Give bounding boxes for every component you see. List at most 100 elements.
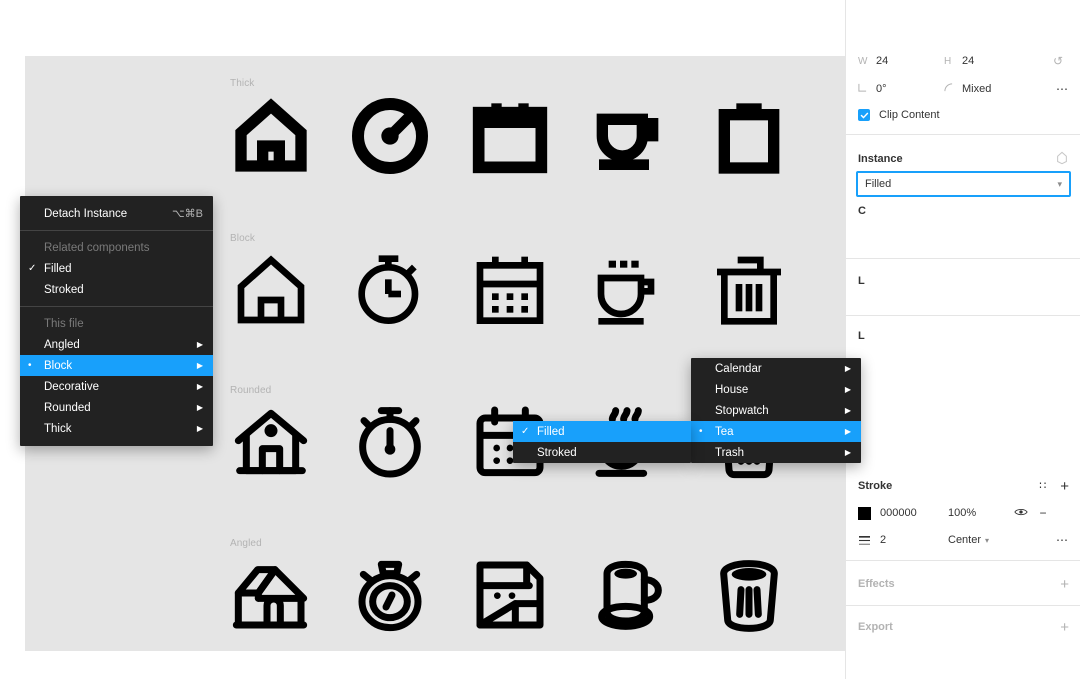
divider-instance <box>846 134 1080 135</box>
stroke-opacity[interactable]: 100% <box>948 507 1010 519</box>
menu-item-detach-instance[interactable]: Detach Instance ⌥⌘B <box>20 203 213 224</box>
clip-content-row[interactable]: Clip Content <box>846 102 1080 128</box>
menu-item-decorative[interactable]: Decorative ▶ <box>20 376 213 397</box>
effects-title: Effects <box>858 578 895 590</box>
export-section-header: Export + <box>846 614 1080 640</box>
height-value: 24 <box>962 55 975 67</box>
menu-item-thick[interactable]: Thick ▶ <box>20 418 213 439</box>
icon-thick-house[interactable] <box>223 88 319 184</box>
icon-angled-tea[interactable] <box>581 547 677 643</box>
submenu-arrow-icon: ▶ <box>196 340 203 349</box>
menu-item-variant-stroked[interactable]: Stroked <box>513 442 691 463</box>
stroke-color-swatch[interactable] <box>858 506 871 520</box>
height-field[interactable]: H 24 <box>944 55 1030 67</box>
icon-thick-calendar[interactable] <box>462 88 558 184</box>
variants-submenu[interactable]: ✓ Filled Stroked <box>513 421 691 463</box>
menu-item-label: Trash <box>715 446 744 459</box>
stroke-weight-row: 2 Center ▾ ⋯ <box>846 527 1080 553</box>
stroke-align-select[interactable]: Center ▾ <box>948 534 1010 546</box>
menu-header-this-file: This file <box>44 317 84 330</box>
instance-dropdown-menu[interactable]: Detach Instance ⌥⌘B Related components ✓… <box>20 196 213 446</box>
clip-content-checkbox[interactable] <box>858 109 870 121</box>
divider-effects <box>846 560 1080 561</box>
icon-angled-trash[interactable] <box>701 547 797 643</box>
menu-item-house[interactable]: House ▶ <box>691 379 861 400</box>
menu-item-label: Filled <box>44 262 72 275</box>
menu-item-rounded[interactable]: Rounded ▶ <box>20 397 213 418</box>
submenu-arrow-icon: ▶ <box>196 424 203 433</box>
more-options-icon[interactable]: ⋯ <box>1056 83 1069 95</box>
menu-header-related-components: Related components <box>44 241 150 254</box>
icon-rounded-house[interactable] <box>223 394 319 490</box>
link-icon[interactable]: ↺ <box>1047 54 1069 68</box>
icon-thick-trash[interactable] <box>701 88 797 184</box>
icon-rounded-stopwatch[interactable] <box>342 394 438 490</box>
rotation-row: 0° Mixed ⋯ <box>846 76 1080 102</box>
icon-angled-calendar[interactable] <box>462 547 558 643</box>
icon-block-trash[interactable] <box>701 242 797 338</box>
export-add-icon[interactable]: + <box>1060 620 1069 635</box>
divider-b <box>846 315 1080 316</box>
rotation-value: 0° <box>876 83 887 95</box>
menu-item-label: Stopwatch <box>715 404 769 417</box>
icon-block-tea[interactable] <box>581 242 677 338</box>
stroke-align-value: Center <box>948 534 982 546</box>
corner-radius-field[interactable]: Mixed <box>944 83 1030 95</box>
menu-item-stroked[interactable]: Stroked <box>20 279 213 300</box>
swap-instance-icon[interactable] <box>1055 151 1069 168</box>
menu-item-variant-filled[interactable]: ✓ Filled <box>513 421 691 442</box>
stroke-more-icon[interactable]: ⋯ <box>1056 534 1069 546</box>
menu-item-block[interactable]: • Block ▶ <box>20 355 213 376</box>
submenu-arrow-icon: ▶ <box>844 385 851 394</box>
menu-divider <box>20 306 213 307</box>
chevron-down-icon: ▾ <box>1057 178 1062 189</box>
menu-item-label: House <box>715 383 749 396</box>
menu-item-label: Block <box>44 359 73 372</box>
remove-stroke-icon[interactable]: − <box>1032 506 1054 520</box>
icon-thick-tea[interactable] <box>581 88 677 184</box>
icon-block-calendar[interactable] <box>462 242 558 338</box>
icon-thick-stopwatch[interactable] <box>342 88 438 184</box>
icon-block-stopwatch[interactable] <box>342 242 438 338</box>
stroke-weight-value[interactable]: 2 <box>880 534 948 546</box>
width-icon: W <box>858 55 868 67</box>
bullet-icon: • <box>699 426 703 437</box>
menu-item-shortcut: ⌥⌘B <box>171 208 203 220</box>
effects-add-icon[interactable]: + <box>1060 577 1069 592</box>
icons-submenu[interactable]: Calendar ▶ House ▶ Stopwatch ▶ • Tea ▶ T… <box>691 358 861 463</box>
submenu-arrow-icon: ▶ <box>844 427 851 436</box>
divider-export <box>846 605 1080 606</box>
chevron-down-icon: ▾ <box>985 535 990 545</box>
stroke-color-row: 000000 100% − <box>846 500 1080 526</box>
bullet-icon: • <box>28 360 32 371</box>
instance-section-header: Instance <box>846 146 1080 172</box>
menu-item-label: Calendar <box>715 362 762 375</box>
stroke-color-hex[interactable]: 000000 <box>880 507 948 519</box>
width-value: 24 <box>876 55 889 67</box>
menu-item-stopwatch[interactable]: Stopwatch ▶ <box>691 400 861 421</box>
menu-item-angled[interactable]: Angled ▶ <box>20 334 213 355</box>
menu-item-trash[interactable]: Trash ▶ <box>691 442 861 463</box>
corner-radius-value: Mixed <box>962 83 992 95</box>
submenu-arrow-icon: ▶ <box>844 406 851 415</box>
stroke-style-icon[interactable]: ∷ <box>1039 480 1046 492</box>
menu-divider <box>20 230 213 231</box>
check-icon: ✓ <box>28 263 37 274</box>
menu-item-calendar[interactable]: Calendar ▶ <box>691 358 861 379</box>
icon-angled-house[interactable] <box>223 547 319 643</box>
icon-block-house[interactable] <box>223 242 319 338</box>
eye-icon[interactable] <box>1010 506 1032 520</box>
menu-item-tea[interactable]: • Tea ▶ <box>691 421 861 442</box>
stroke-add-icon[interactable]: + <box>1060 479 1069 494</box>
corner-radius-icon <box>944 83 962 95</box>
menu-item-label: Tea <box>715 425 734 438</box>
right-properties-panel: W 24 H 24 ↺ 0° Mixed ⋯ Clip Content Inst… <box>845 0 1080 679</box>
stroke-section-header: Stroke ∷ + <box>846 473 1080 499</box>
divider-a <box>846 258 1080 259</box>
width-field[interactable]: W 24 <box>858 55 944 67</box>
instance-select[interactable]: Filled ▾ <box>856 171 1071 197</box>
rotation-field[interactable]: 0° <box>858 83 944 95</box>
icon-angled-stopwatch[interactable] <box>342 547 438 643</box>
submenu-arrow-icon: ▶ <box>196 403 203 412</box>
menu-item-filled[interactable]: ✓ Filled <box>20 258 213 279</box>
